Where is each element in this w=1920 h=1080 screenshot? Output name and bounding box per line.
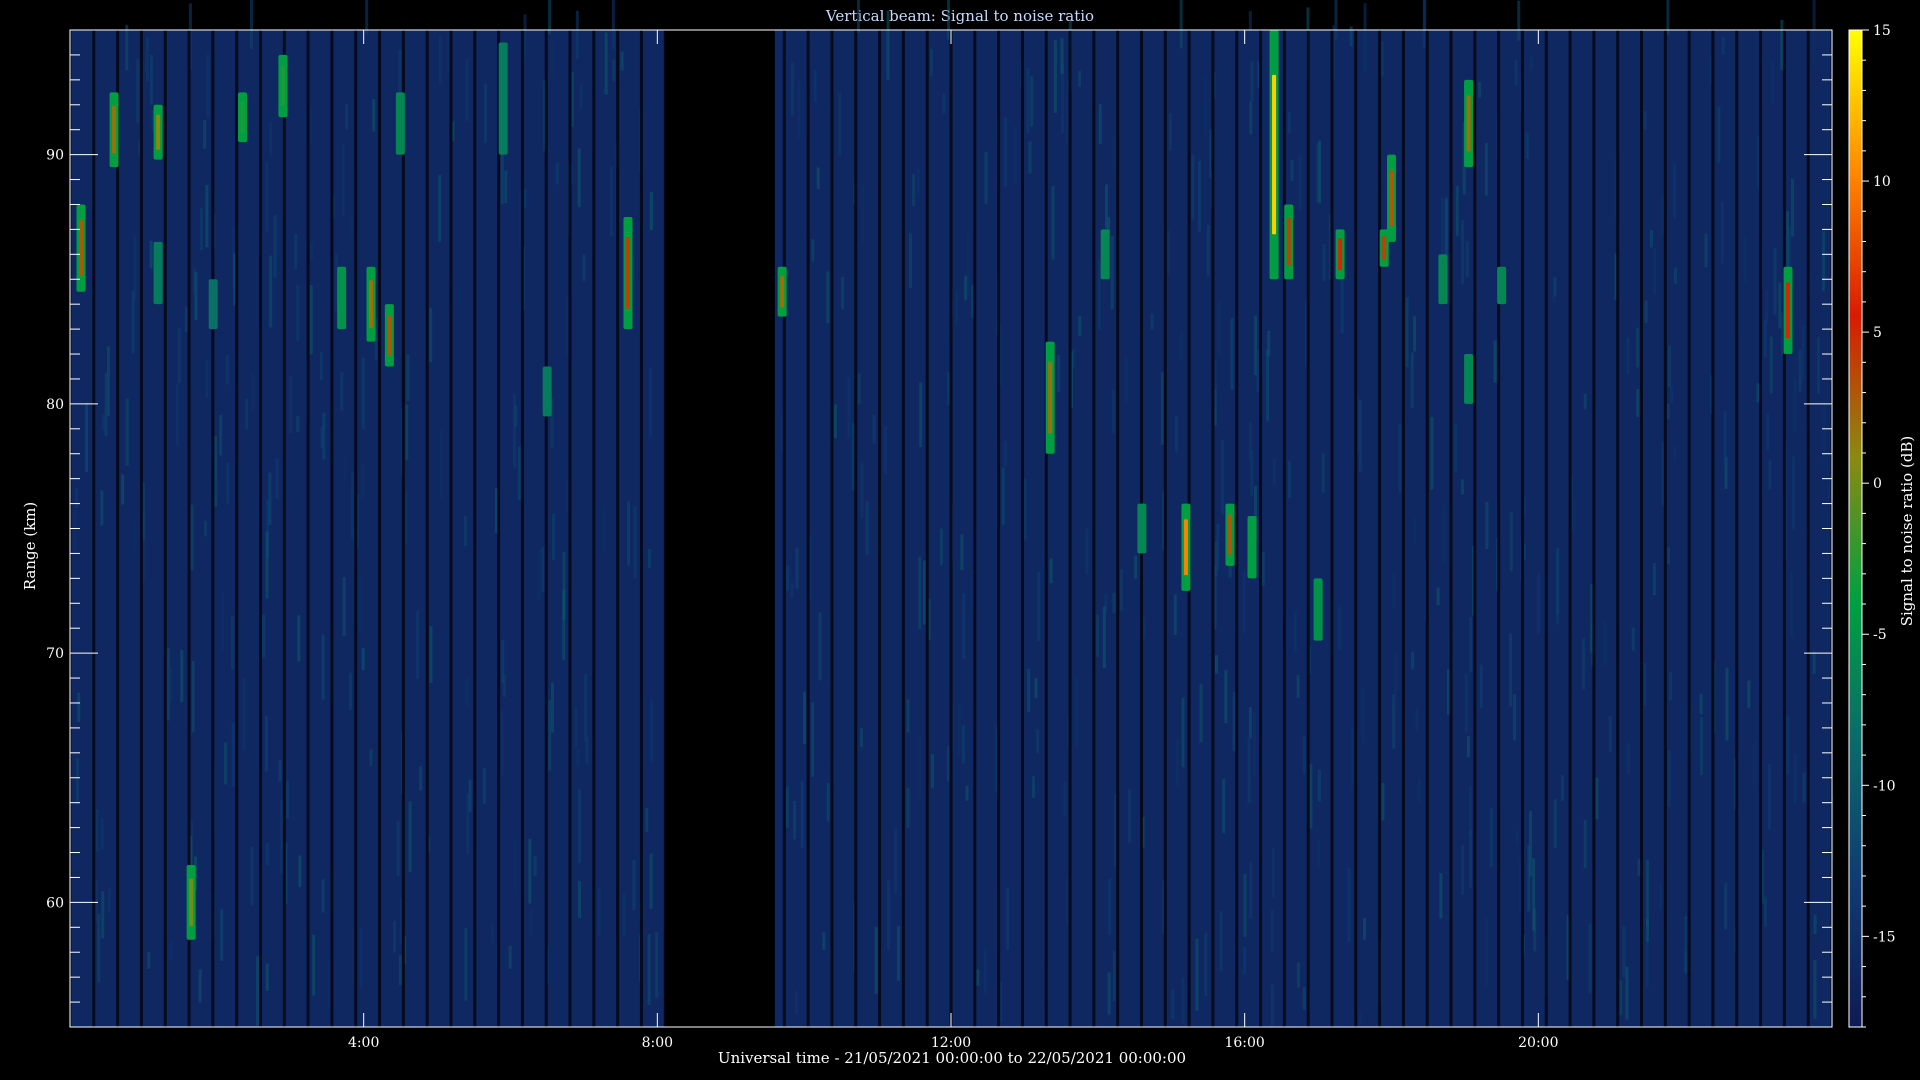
echo-core	[189, 878, 194, 927]
y-tick-label: 90	[46, 148, 64, 164]
echo-core	[339, 278, 344, 318]
scan-stripes	[68, 30, 1834, 1027]
y-tick-label: 60	[46, 895, 64, 911]
y-tick-label: 70	[46, 646, 64, 662]
echo-core	[112, 105, 117, 154]
echo-core	[211, 288, 216, 321]
snr-heatmap-chart: 60 70 80 90 4:00 8:00 12:00 16:00 20:00 15 10 5 0 -5…	[46, 0, 1896, 1051]
echo-core	[79, 220, 84, 277]
echo-core	[1048, 361, 1053, 434]
echo-core	[240, 101, 245, 134]
echo-core	[1785, 282, 1790, 339]
echo-core	[1382, 236, 1387, 261]
echo-core	[780, 275, 785, 308]
echo-core	[625, 237, 630, 309]
echo-core	[1286, 217, 1291, 266]
echo-core	[280, 66, 285, 107]
colorbar-tick-label: 10	[1873, 174, 1891, 190]
colorbar-tick-label: 5	[1873, 325, 1882, 341]
colorbar-tick-label: -10	[1873, 778, 1896, 794]
x-tick-label: 4:00	[348, 1035, 379, 1051]
colorbar-tick-label: -5	[1873, 627, 1887, 643]
colorbar-tick-label: 15	[1873, 23, 1891, 39]
plot-area	[68, 0, 1834, 1027]
echo-core	[1316, 589, 1321, 630]
colorbar-tick-label: 0	[1873, 476, 1882, 492]
echo-core	[1466, 95, 1471, 152]
echo-core	[1338, 238, 1343, 271]
data-gap	[664, 30, 775, 1027]
echo-core	[1103, 238, 1108, 271]
echo-core	[1139, 512, 1144, 545]
echo-core	[545, 375, 550, 408]
echo-core	[156, 114, 161, 150]
echo-core	[1499, 273, 1504, 298]
echo-core	[369, 280, 374, 329]
echo-core	[1183, 519, 1188, 576]
x-tick-label: 12:00	[931, 1035, 971, 1051]
echo-core	[1227, 514, 1232, 555]
echo-core	[1440, 263, 1445, 296]
echo-core	[1466, 362, 1471, 395]
x-tick-label: 20:00	[1518, 1035, 1558, 1051]
echo-core	[398, 103, 403, 144]
echo-core	[501, 62, 506, 135]
echo-core	[1250, 527, 1255, 568]
y-tick-label: 80	[46, 397, 64, 413]
echo-core	[1272, 74, 1277, 235]
x-tick-label: 16:00	[1224, 1035, 1264, 1051]
echo-core	[1389, 170, 1394, 227]
echo-core	[387, 315, 392, 356]
x-tick-label: 8:00	[642, 1035, 673, 1051]
colorbar: 15 10 5 0 -5 -10 -15	[1848, 23, 1896, 1028]
colorbar-gradient	[1848, 29, 1863, 1028]
colorbar-tick-label: -15	[1873, 929, 1896, 945]
echo-core	[156, 253, 161, 293]
